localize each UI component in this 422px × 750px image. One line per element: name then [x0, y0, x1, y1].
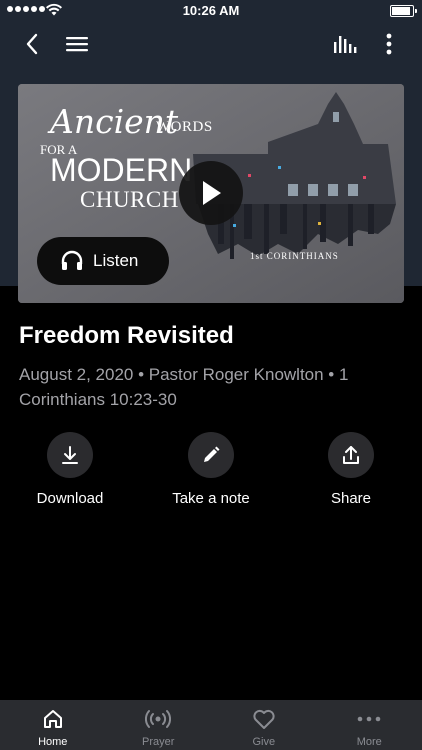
home-icon [43, 710, 62, 728]
sermon-artwork: Ancient WORDS FOR A MODERN CHURCH 1st CO… [18, 84, 404, 303]
take-a-note-button[interactable] [188, 432, 234, 478]
tab-prayer-label: Prayer [142, 736, 175, 748]
download-button[interactable] [47, 432, 93, 478]
sermon-meta: August 2, 2020 • Pastor Roger Knowlton •… [19, 365, 349, 409]
artwork-title-words: WORDS [156, 119, 213, 135]
chevron-left-icon [26, 33, 38, 55]
hamburger-menu-icon [66, 37, 88, 52]
battery-level-fill [392, 7, 410, 15]
tab-more[interactable]: More [317, 700, 422, 750]
tab-prayer[interactable]: Prayer [106, 700, 212, 750]
tab-home[interactable]: Home [0, 700, 106, 750]
take-a-note-label: Take a note [172, 490, 250, 507]
download-icon [62, 446, 78, 464]
share-action[interactable]: Share [291, 432, 411, 507]
share-button[interactable] [328, 432, 374, 478]
tab-give-label: Give [252, 736, 276, 748]
app-screen: 10:26 AM Ancient WORDS FOR A MODERN CHUR… [0, 0, 422, 750]
status-time: 10:26 AM [182, 3, 240, 18]
more-options-button[interactable] [376, 30, 402, 58]
play-icon [203, 181, 221, 205]
vertical-dots-icon [386, 33, 392, 55]
artwork-title-church: CHURCH [80, 187, 179, 212]
audio-levels-button[interactable] [330, 30, 360, 58]
tab-bar: Home Prayer Give More [0, 700, 422, 750]
heart-icon [253, 709, 275, 729]
tab-more-label: More [356, 736, 382, 748]
artwork-book-label: 1st CORINTHIANS [250, 251, 339, 261]
listen-label: Listen [93, 251, 139, 270]
headphones-icon [61, 250, 83, 270]
menu-button[interactable] [62, 30, 92, 58]
pencil-icon [204, 446, 220, 462]
equalizer-icon [334, 36, 357, 53]
status-bar: 10:26 AM [0, 0, 422, 22]
play-button[interactable] [179, 161, 243, 225]
more-horizontal-icon [357, 716, 381, 722]
sermon-title: Freedom Revisited [19, 322, 234, 349]
share-label: Share [330, 490, 372, 507]
download-action[interactable]: Download [10, 432, 130, 507]
listen-button[interactable]: Listen [37, 237, 169, 285]
tab-give[interactable]: Give [211, 700, 317, 750]
share-icon [343, 446, 359, 464]
broadcast-icon [145, 710, 172, 728]
artwork-title-modern: MODERN [50, 152, 193, 188]
download-label: Download [36, 490, 104, 507]
take-a-note-action[interactable]: Take a note [151, 432, 271, 507]
navigation-bar [0, 22, 422, 66]
back-button[interactable] [18, 30, 46, 58]
tab-home-label: Home [38, 736, 68, 748]
battery-icon [390, 5, 417, 17]
